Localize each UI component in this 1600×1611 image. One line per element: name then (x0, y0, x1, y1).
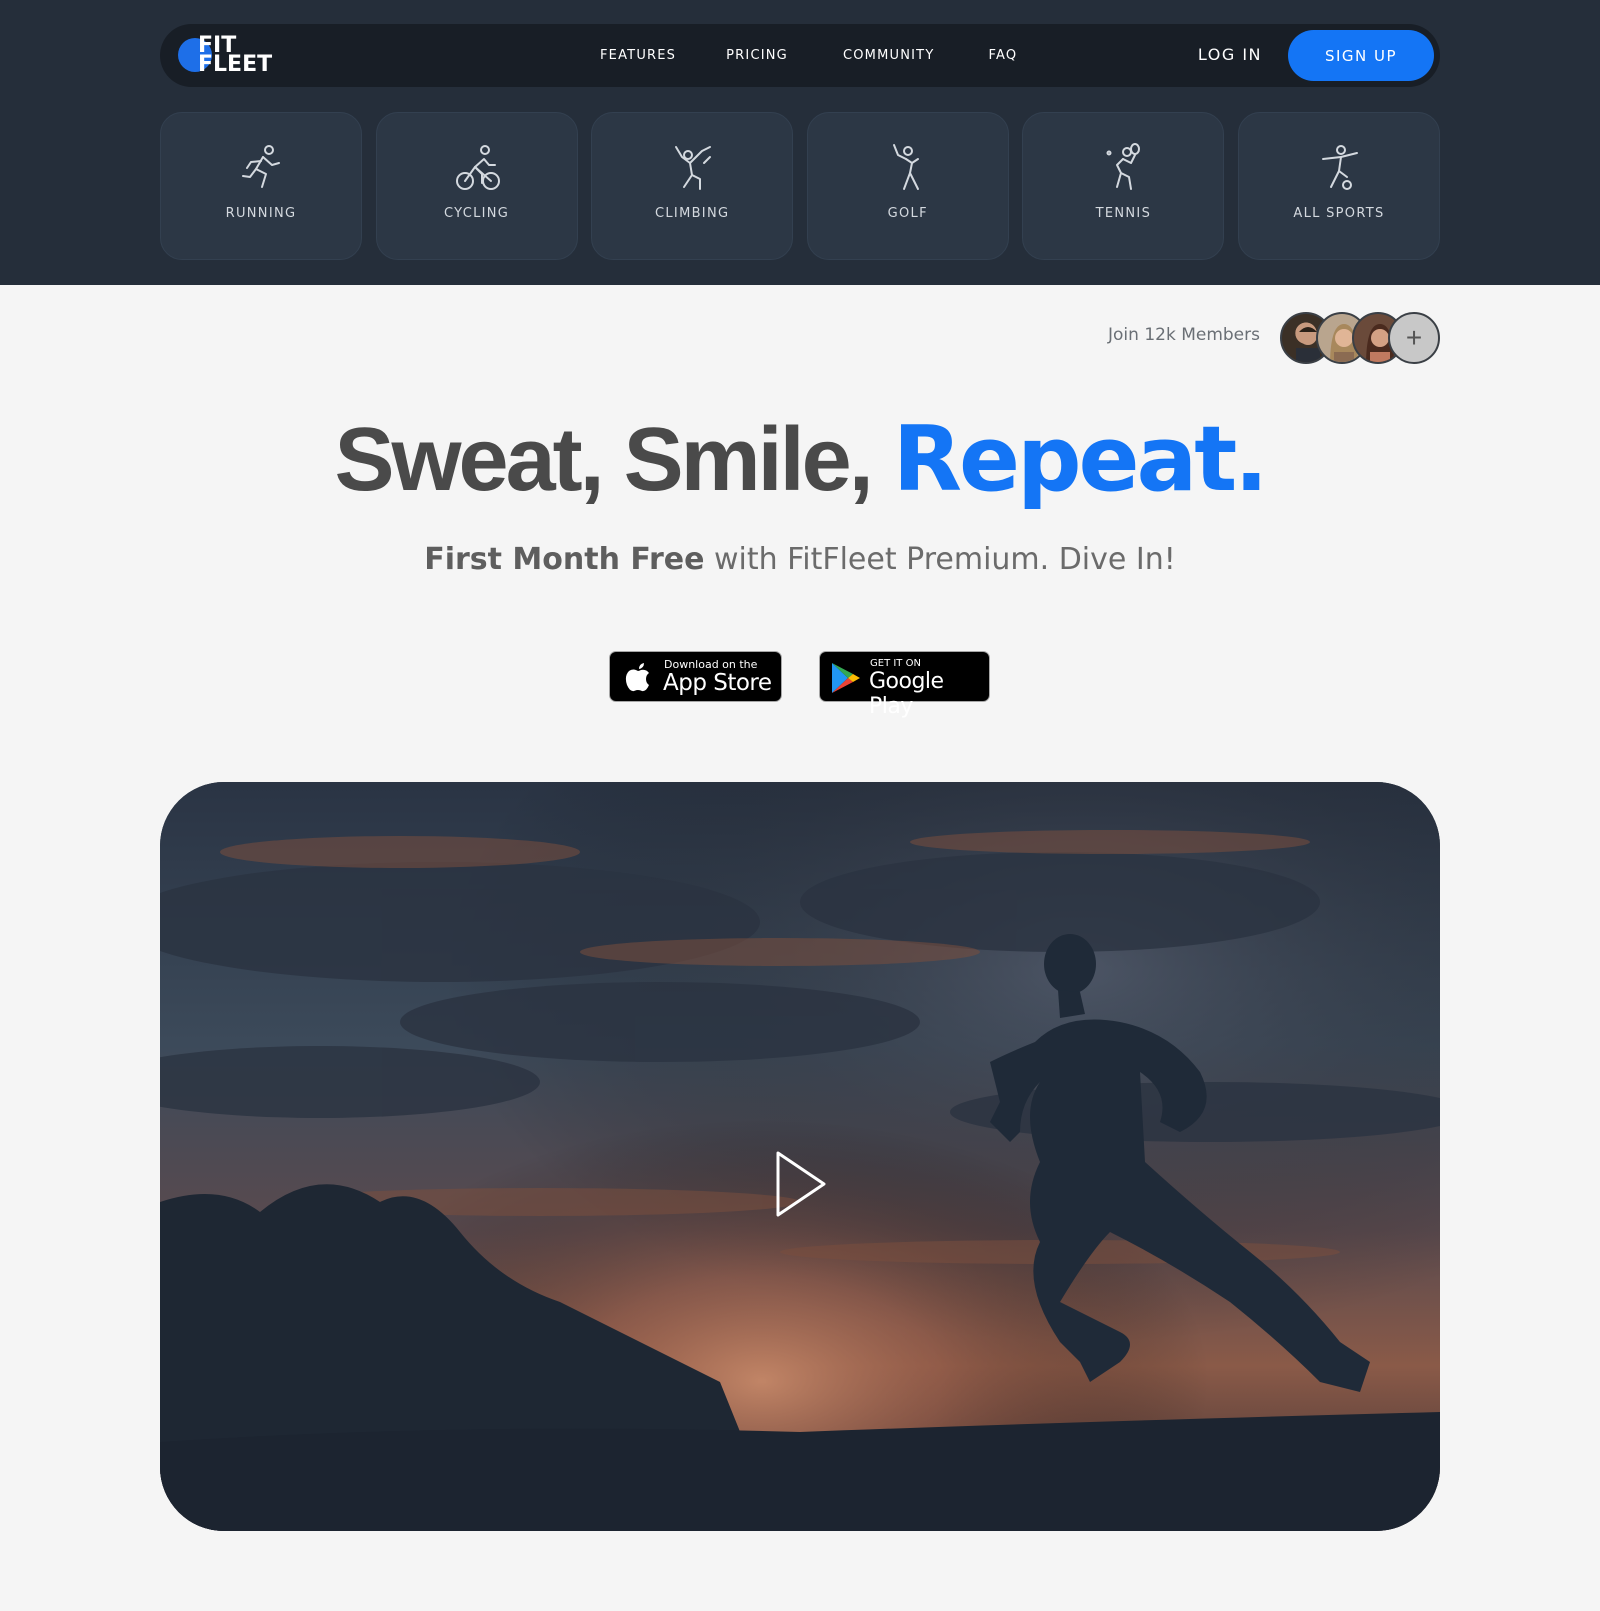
fitfleet-logo[interactable]: FIT FLEET (178, 34, 278, 78)
members-text: Join 12k Members (1108, 325, 1260, 345)
headline-accent: Repeat. (892, 407, 1269, 512)
sport-card-running[interactable]: RUNNING (160, 112, 362, 260)
hero-subtitle: First Month Free with FitFleet Premium. … (0, 540, 1600, 580)
subtitle-rest: with FitFleet Premium. Dive In! (704, 542, 1176, 577)
sport-card-cycling[interactable]: CYCLING (375, 112, 578, 260)
logo-line-2: FLEET (198, 52, 273, 77)
nav-links: FEATURES PRICING COMMUNITY FAQ (600, 24, 1067, 87)
header-band: FIT FLEET FEATURES PRICING COMMUNITY FAQ… (0, 0, 1600, 285)
hero-headline: Sweat, Smile, Repeat. (0, 405, 1600, 515)
subtitle-bold: First Month Free (424, 542, 705, 577)
climbing-icon (675, 146, 712, 190)
google-play-small-text: GET IT ON (870, 658, 921, 669)
tennis-icon (1106, 143, 1141, 190)
nav-link-faq[interactable]: FAQ (988, 48, 1017, 63)
signup-button[interactable]: SIGN UP (1288, 30, 1434, 81)
sport-label-climbing: CLIMBING (655, 206, 730, 221)
cycling-icon (455, 145, 500, 190)
google-play-icon (832, 663, 860, 693)
running-icon (242, 145, 280, 188)
sports-categories: RUNNING CYCLING CLIMBING GOLF TENNIS ALL… (160, 112, 1440, 260)
app-store-big-text: App Store (663, 670, 772, 696)
golf-icon (892, 144, 919, 190)
play-icon[interactable] (774, 1149, 828, 1219)
sport-card-tennis[interactable]: TENNIS (1022, 112, 1225, 260)
headline-main: Sweat, Smile, (334, 410, 893, 510)
navbar: FIT FLEET FEATURES PRICING COMMUNITY FAQ… (160, 24, 1440, 87)
sport-label-tennis: TENNIS (1095, 206, 1152, 221)
app-store-button[interactable]: Download on the App Store (609, 651, 782, 702)
sport-card-climbing[interactable]: CLIMBING (591, 112, 794, 260)
nav-link-features[interactable]: FEATURES (600, 48, 676, 63)
add-member-icon[interactable]: + (1388, 312, 1440, 364)
google-play-big-text: Google Play (869, 669, 944, 719)
apple-icon (625, 663, 649, 692)
google-play-button[interactable]: GET IT ON Google Play (819, 651, 990, 719)
hero-video[interactable] (160, 782, 1440, 1531)
avatar-group[interactable]: + (1280, 312, 1440, 364)
login-link[interactable]: LOG IN (1198, 45, 1262, 64)
sport-label-all-sports: ALL SPORTS (1293, 206, 1385, 221)
sport-label-running: RUNNING (225, 206, 297, 221)
sport-label-golf: GOLF (887, 206, 928, 221)
nav-link-community[interactable]: COMMUNITY (843, 48, 935, 63)
members-block: Join 12k Members + (1108, 312, 1440, 364)
sport-card-all-sports[interactable]: ALL SPORTS (1237, 112, 1440, 260)
soccer-icon (1321, 145, 1358, 190)
sport-card-golf[interactable]: GOLF (806, 112, 1009, 260)
nav-link-pricing[interactable]: PRICING (726, 48, 788, 63)
sport-label-cycling: CYCLING (444, 206, 510, 221)
